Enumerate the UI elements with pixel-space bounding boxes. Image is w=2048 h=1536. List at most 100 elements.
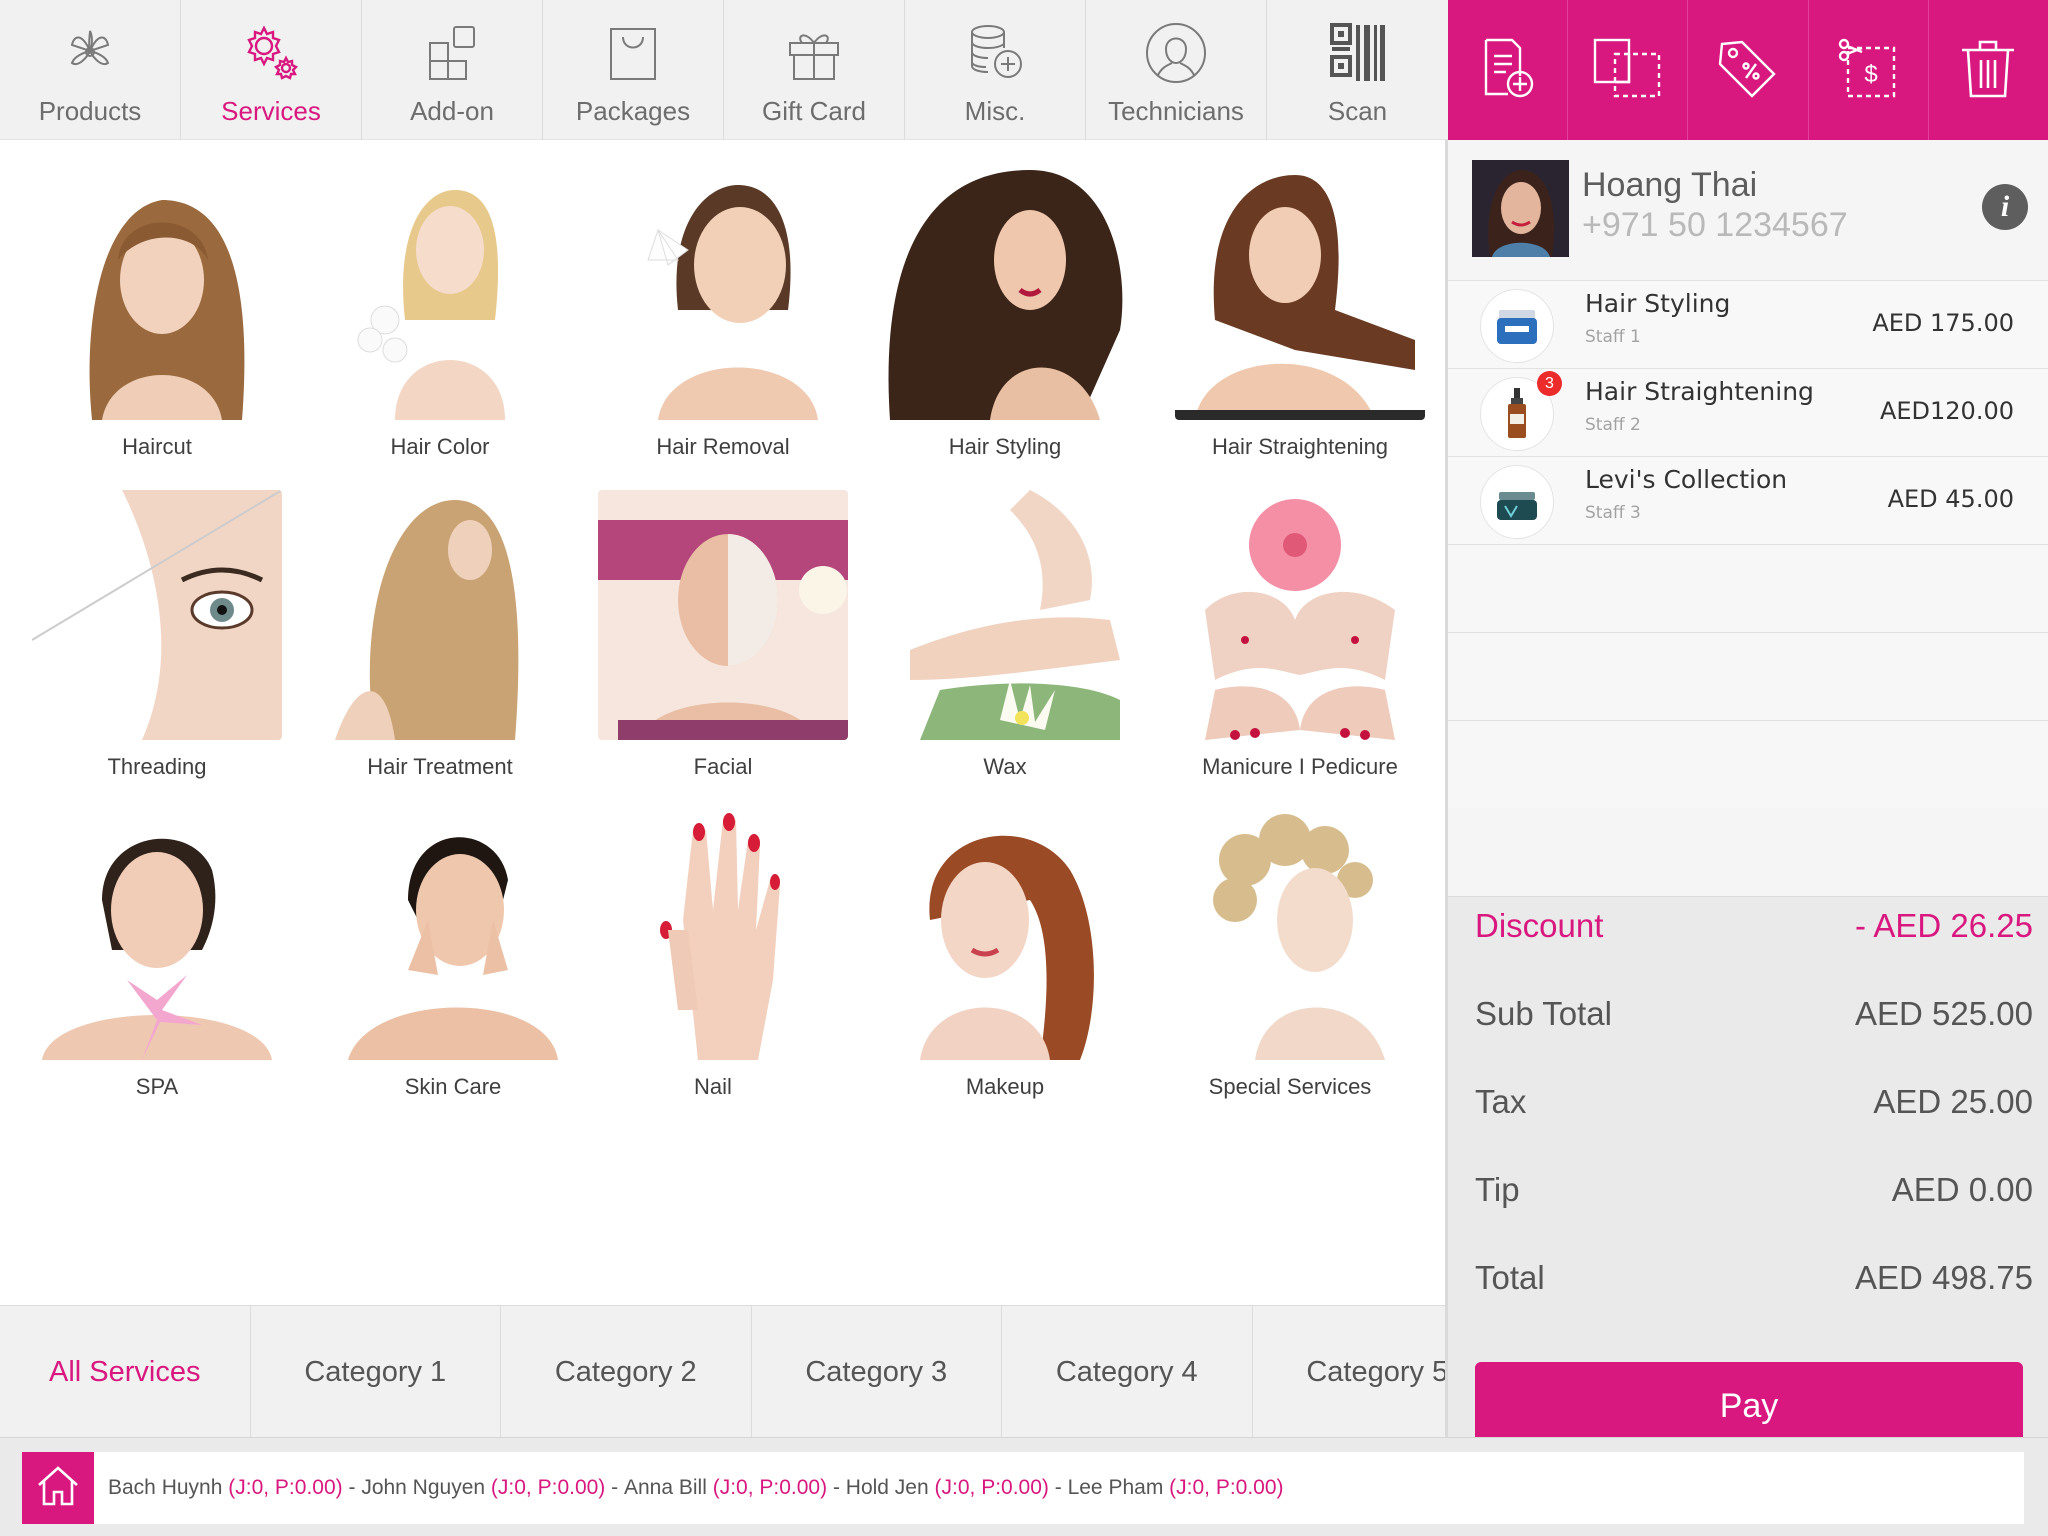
order-panel: Hoang Thai +971 50 1234567 i Hair Stylin…	[1445, 140, 2048, 1450]
subtotal-row: Sub Total AED 525.00	[1475, 995, 2033, 1033]
hair-color-image	[315, 170, 565, 420]
tab-category-5[interactable]: Category 5	[1253, 1306, 1445, 1437]
total-label: Total	[1475, 1259, 1545, 1296]
service-label: SPA	[135, 1074, 179, 1099]
discount-row[interactable]: Discount - AED 26.25	[1475, 907, 2033, 945]
quantity-badge: 3	[1537, 371, 1562, 396]
orchid-icon	[57, 20, 123, 86]
separator: -	[342, 1476, 362, 1499]
percent-tag-icon	[1716, 36, 1780, 105]
service-tile-threading[interactable]: Threading	[22, 490, 292, 780]
item-name: Levi's Collection	[1585, 465, 1788, 494]
shopping-bag-icon	[600, 20, 666, 86]
staff-stats: (J:0, P:0.00)	[490, 1476, 606, 1499]
tab-category-1[interactable]: Category 1	[251, 1306, 501, 1437]
service-label: Hair Color	[390, 434, 490, 459]
item-staff: Staff 2	[1585, 415, 1641, 435]
service-tile-special-services[interactable]: Special Services	[1155, 810, 1425, 1100]
nav-label: Products	[38, 96, 142, 126]
service-label: Makeup	[965, 1074, 1045, 1099]
tab-all-services[interactable]: All Services	[0, 1306, 251, 1437]
empty-line	[1448, 544, 2048, 632]
discount-value: - AED 26.25	[1855, 907, 2033, 944]
special-services-image	[1165, 810, 1415, 1060]
service-label: Special Services	[1208, 1074, 1372, 1099]
nav-gift-card[interactable]: Gift Card	[724, 0, 905, 140]
staff-name[interactable]: Lee Pham	[1068, 1476, 1164, 1500]
tip-row[interactable]: Tip AED 0.00	[1475, 1171, 2033, 1209]
nav-label: Misc.	[964, 96, 1026, 126]
nav-misc[interactable]: Misc.	[905, 0, 1086, 140]
item-staff: Staff 3	[1585, 503, 1641, 523]
threading-image	[32, 490, 282, 740]
service-tile-hair-treatment[interactable]: Hair Treatment	[305, 490, 575, 780]
add-note-button[interactable]	[1448, 0, 1569, 140]
customer-phone: +971 50 1234567	[1582, 206, 1848, 244]
service-tile-haircut[interactable]: Haircut	[22, 170, 292, 460]
staff-name[interactable]: Anna Bill	[624, 1476, 707, 1500]
wax-image	[880, 490, 1130, 740]
service-tile-spa[interactable]: SPA	[22, 810, 292, 1100]
service-tile-wax[interactable]: Wax	[870, 490, 1140, 780]
service-tile-hair-straightening[interactable]: Hair Straightening	[1165, 170, 1435, 460]
nav-packages[interactable]: Packages	[543, 0, 724, 140]
nav-services[interactable]: Services	[181, 0, 362, 140]
empty-line	[1448, 632, 2048, 720]
service-tile-facial[interactable]: Facial	[588, 490, 858, 780]
facial-image	[598, 490, 848, 740]
gift-icon	[781, 20, 847, 86]
hair-removal-image	[598, 170, 848, 420]
service-label: Threading	[107, 754, 207, 779]
nav-label: Technicians	[1108, 96, 1244, 126]
service-tile-hair-styling[interactable]: Hair Styling	[870, 170, 1140, 460]
home-button[interactable]	[22, 1452, 94, 1524]
staff-name[interactable]: John Nguyen	[361, 1476, 485, 1500]
service-tile-manicure-pedicure[interactable]: Manicure I Pedicure	[1165, 490, 1435, 780]
discount-tag-button[interactable]	[1688, 0, 1809, 140]
coins-plus-icon	[962, 20, 1028, 86]
tax-label: Tax	[1475, 1083, 1527, 1120]
service-tile-hair-removal[interactable]: Hair Removal	[588, 170, 858, 460]
cream-jar-icon	[1480, 465, 1554, 539]
item-price: AED120.00	[1879, 397, 2014, 425]
staff-name[interactable]: Bach Huynh	[108, 1476, 222, 1500]
tab-category-2[interactable]: Category 2	[501, 1306, 752, 1437]
service-label: Nail	[694, 1074, 732, 1099]
order-lines: Hair Styling Staff 1 AED 175.00 3 Hair S…	[1448, 280, 2048, 808]
service-tile-nail[interactable]: Nail	[578, 810, 848, 1100]
nail-image	[588, 810, 838, 1060]
tab-category-3[interactable]: Category 3	[752, 1306, 1002, 1437]
service-label: Hair Treatment	[367, 754, 513, 779]
service-tile-makeup[interactable]: Makeup	[870, 810, 1140, 1100]
service-label: Hair Removal	[656, 434, 790, 459]
order-line[interactable]: Levi's Collection Staff 3 AED 45.00	[1448, 456, 2048, 544]
order-line[interactable]: 3 Hair Straightening Staff 2 AED120.00	[1448, 368, 2048, 456]
customer-card[interactable]: Hoang Thai +971 50 1234567 i	[1472, 160, 2042, 270]
service-tile-skin-care[interactable]: Skin Care	[318, 810, 588, 1100]
item-name: Hair Styling	[1585, 289, 1731, 318]
nav-scan[interactable]: Scan	[1267, 0, 1448, 140]
svg-text:$: $	[1865, 61, 1878, 88]
document-plus-icon	[1476, 36, 1540, 105]
nav-label: Packages	[575, 96, 691, 126]
coupon-scissors-icon: $	[1836, 36, 1900, 105]
subtotal-value: AED 525.00	[1855, 995, 2033, 1032]
nav-addon[interactable]: Add-on	[362, 0, 543, 140]
nav-products[interactable]: Products	[0, 0, 181, 140]
split-button[interactable]	[1568, 0, 1689, 140]
order-line[interactable]: Hair Styling Staff 1 AED 175.00	[1448, 280, 2048, 368]
info-icon[interactable]: i	[1982, 184, 2028, 230]
hair-treatment-image	[315, 490, 565, 740]
tab-category-4[interactable]: Category 4	[1002, 1306, 1253, 1437]
nav-technicians[interactable]: Technicians	[1086, 0, 1267, 140]
service-tile-hair-color[interactable]: Hair Color	[305, 170, 575, 460]
delete-button[interactable]	[1929, 0, 2048, 140]
service-label: Facial	[693, 754, 753, 779]
hair-styling-image	[880, 170, 1130, 420]
staff-name[interactable]: Hold Jen	[846, 1476, 929, 1500]
coupon-button[interactable]: $	[1809, 0, 1929, 140]
tax-value: AED 25.00	[1873, 1083, 2033, 1120]
manicure-pedicure-image	[1175, 490, 1425, 740]
trash-icon	[1958, 36, 2018, 105]
service-label: Skin Care	[404, 1074, 502, 1099]
